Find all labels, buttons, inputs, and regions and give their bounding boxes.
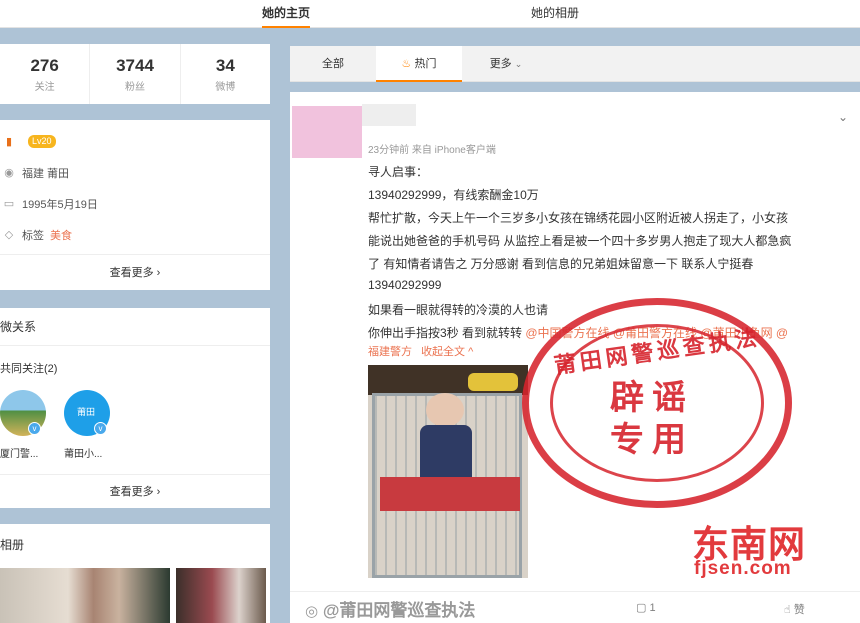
like-button[interactable]: ☝ 赞 xyxy=(784,601,805,617)
common-follow-title: 共同关注(2) xyxy=(0,363,58,375)
avatar-text: 莆田 xyxy=(77,407,96,417)
post-options-chevron-icon[interactable]: ⌄ xyxy=(838,110,848,124)
birthday-icon: ▭ xyxy=(3,197,15,210)
relations-card: 微关系 共同关注(2) v 莆田 v 厦门警... 莆田小... 查看更多 › xyxy=(0,308,270,508)
feed-tab-all[interactable]: 全部 xyxy=(290,46,376,82)
tag-row: ◇ 标签 美食 xyxy=(0,219,270,250)
post-text-line: 如果看一眼就得转的冷漠的人也请 xyxy=(368,303,549,317)
collapse-link[interactable]: 收起全文 ^ xyxy=(421,346,473,358)
post-meta: 23分钟前 来自 iPhone客户端 xyxy=(368,145,496,156)
avatar-name-2[interactable]: 莆田小... xyxy=(64,445,102,460)
album-card: 相册 xyxy=(0,524,270,623)
post-text-line: 13940292999 xyxy=(368,278,442,292)
post-text-line: 福建警方 收起全文 ^ xyxy=(368,343,473,359)
profile-tab-bar: 她的主页 她的相册 xyxy=(0,0,860,28)
location-row: ◉ 福建 莆田 xyxy=(0,157,270,188)
thumbs-up-icon: ☝ xyxy=(784,604,791,616)
info-more-link[interactable]: 查看更多 › xyxy=(0,254,270,290)
chevron-down-icon: ⌄ xyxy=(514,59,523,69)
mention-link[interactable]: 福建警方 xyxy=(368,346,412,358)
album-thumbnail-1[interactable] xyxy=(0,568,170,623)
stats-card: 276 关注 3744 粉丝 34 微博 xyxy=(0,44,270,104)
feed-tab-more-label: 更多 xyxy=(489,58,512,70)
flame-icon: ♨ xyxy=(401,58,412,70)
weibo-watermark: ◎ @莆田网警巡查执法 xyxy=(305,596,475,621)
feed-tab-bar: 全部 ♨ 热门 更多 ⌄ xyxy=(290,46,860,82)
album-title: 相册 xyxy=(0,538,25,552)
post-text-line: 寻人启事： xyxy=(368,165,429,179)
comment-icon: ▢ xyxy=(636,602,647,614)
comment-count: 1 xyxy=(649,602,656,614)
photo-bananas xyxy=(468,373,518,391)
debunk-stamp: 莆田网警巡查执法 辟谣 专用 xyxy=(522,298,792,508)
post-author-name[interactable] xyxy=(362,104,416,126)
relations-more-link[interactable]: 查看更多 › xyxy=(0,474,270,508)
tag-icon: ◇ xyxy=(4,228,14,241)
stat-label: 粉丝 xyxy=(124,82,145,93)
post-text-line: 能说出她爸爸的手机号码 从监控上看是被一个四十多岁男人抱走了现大人都急疯 xyxy=(368,234,792,248)
photo-cart-red-bar xyxy=(380,477,520,511)
stat-value: 276 xyxy=(30,56,59,75)
post-text-tail: 你伸出手指按3秒 看到就转转 xyxy=(368,326,523,340)
weibo-logo-icon: ◎ xyxy=(305,603,319,620)
post-text-line: 13940292999，有线索酬金10万 xyxy=(368,188,539,202)
stat-posts[interactable]: 34 微博 xyxy=(181,44,270,104)
stat-following[interactable]: 276 关注 xyxy=(0,44,91,104)
tag-label: 标签 xyxy=(22,229,44,242)
like-label: 赞 xyxy=(793,604,805,616)
tag-value-link[interactable]: 美食 xyxy=(50,227,72,243)
stat-value: 34 xyxy=(215,56,235,75)
stamp-line-1: 辟谣 xyxy=(610,379,694,417)
verified-icon: v xyxy=(94,422,107,435)
fjsen-url-watermark: fjsen.com xyxy=(694,558,792,579)
level-badge[interactable]: Lv20 xyxy=(28,135,56,148)
stat-label: 关注 xyxy=(34,82,55,93)
birthday-row: ▭ 1995年5月19日 xyxy=(0,188,270,219)
photo-child-face xyxy=(426,393,464,427)
comment-button[interactable]: ▢ 1 xyxy=(636,601,656,614)
tab-album[interactable]: 她的相册 xyxy=(531,4,579,28)
weibo-watermark-text: @莆田网警巡查执法 xyxy=(322,601,476,620)
level-row: ▮ Lv20 xyxy=(0,126,270,157)
relations-title: 微关系 xyxy=(0,308,270,346)
user-icon: ▮ xyxy=(5,135,13,148)
location-pin-icon: ◉ xyxy=(4,166,14,179)
stat-label: 微博 xyxy=(215,82,236,93)
profile-info-card: ▮ Lv20 ◉ 福建 莆田 ▭ 1995年5月19日 ◇ 标签 美食 查看更多… xyxy=(0,120,270,290)
feed-tab-hot[interactable]: ♨ 热门 xyxy=(376,46,462,82)
feed-tab-hot-label: 热门 xyxy=(414,58,437,70)
feed-tab-more[interactable]: 更多 ⌄ xyxy=(476,46,536,82)
stat-value: 3744 xyxy=(116,56,154,75)
avatar-name-1[interactable]: 厦门警... xyxy=(0,445,38,460)
album-thumbnail-2[interactable] xyxy=(176,568,266,623)
birthday-text: 1995年5月19日 xyxy=(22,198,98,211)
tab-home[interactable]: 她的主页 xyxy=(262,4,311,28)
verified-icon: v xyxy=(28,422,41,435)
stat-followers[interactable]: 3744 粉丝 xyxy=(90,44,181,104)
location-text: 福建 莆田 xyxy=(22,167,70,180)
post-photo[interactable] xyxy=(368,365,528,578)
post-text-line: 了 有知情者请告之 万分感谢 看到信息的兄弟姐妹留意一下 联系人宁挺春 xyxy=(368,257,754,271)
photo-child-body xyxy=(420,425,472,485)
stamp-line-2: 专用 xyxy=(610,421,694,459)
post-author-avatar[interactable] xyxy=(292,106,362,158)
post-text-line: 帮忙扩散，今天上午一个三岁多小女孩在锦绣花园小区附近被人拐走了，小女孩 xyxy=(368,211,789,225)
